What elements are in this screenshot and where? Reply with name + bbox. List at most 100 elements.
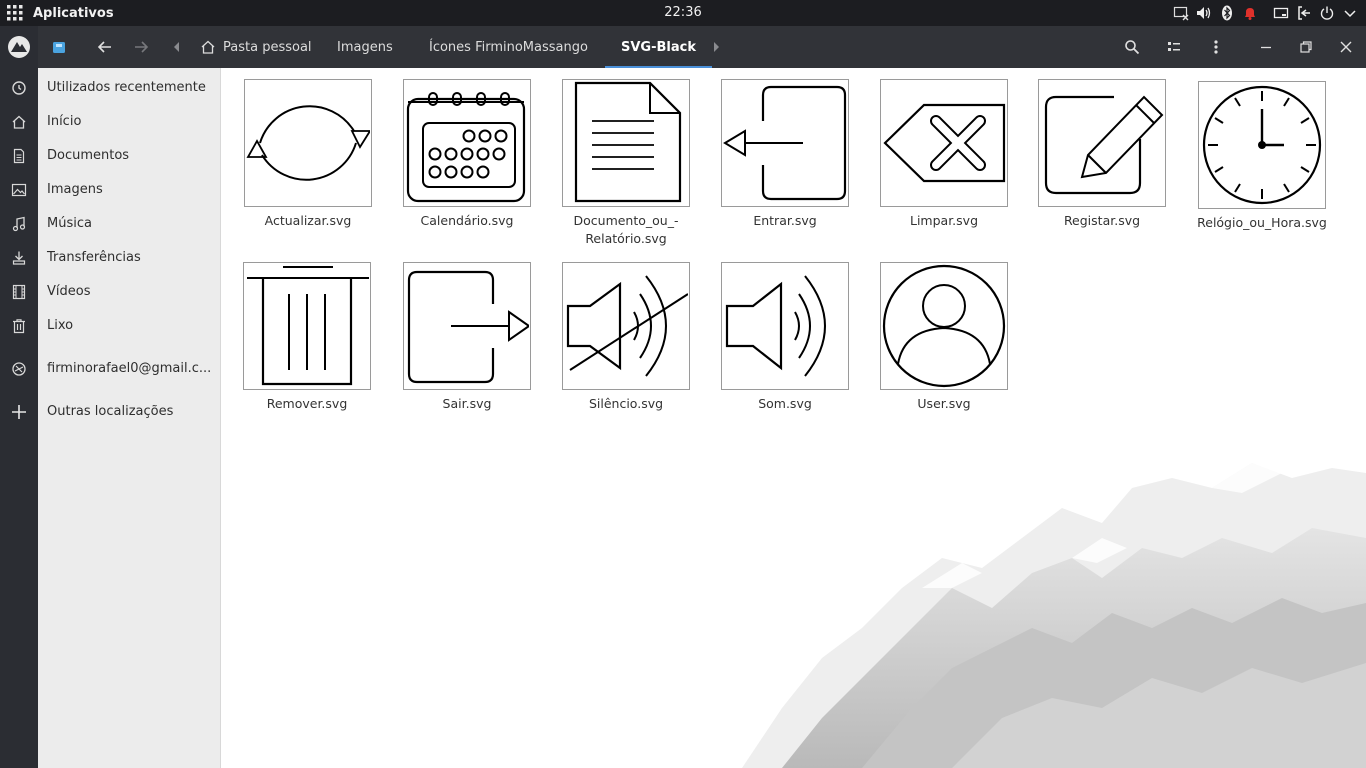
enter-icon xyxy=(723,85,847,201)
sidebar-icon-home[interactable] xyxy=(0,105,38,139)
clock[interactable]: 22:36 xyxy=(640,5,726,20)
back-button[interactable] xyxy=(94,26,116,68)
caret-left-icon xyxy=(174,42,179,52)
caret-right-icon xyxy=(714,42,719,52)
places-button[interactable] xyxy=(48,26,70,68)
file-thumbnail xyxy=(244,79,372,207)
file-name: Documento_ou_-Relatório.svg xyxy=(573,213,679,246)
close-icon xyxy=(1340,41,1352,53)
register-edit-icon xyxy=(1044,95,1164,195)
file-thumbnail xyxy=(243,262,371,390)
download-icon xyxy=(12,251,26,265)
file-manager-headerbar: Pasta pessoal Imagens Ícones FirminoMass… xyxy=(38,26,1366,68)
breadcrumb-imagens[interactable]: Imagens xyxy=(337,26,393,68)
minimize-button[interactable] xyxy=(1254,26,1278,68)
breadcrumb-home[interactable]: Pasta pessoal xyxy=(200,26,312,68)
sidebar-item-pictures[interactable]: Imagens xyxy=(47,176,103,202)
sidebar-icon-pictures[interactable] xyxy=(0,173,38,207)
sidebar-icon-network-account[interactable] xyxy=(0,352,38,386)
file-thumbnail xyxy=(1198,81,1326,209)
sidebar-item-videos[interactable]: Vídeos xyxy=(47,278,90,304)
file-item[interactable]: Relógio_ou_Hora.svg xyxy=(1187,81,1337,232)
power-icon[interactable] xyxy=(1318,5,1335,22)
arrow-left-icon xyxy=(97,41,111,53)
file-name: User.svg xyxy=(917,396,971,411)
screen-off-icon[interactable] xyxy=(1172,5,1189,22)
file-item[interactable]: Entrar.svg xyxy=(710,79,860,230)
sidebar-icon-recent[interactable] xyxy=(0,71,38,105)
sidebar-icon-downloads[interactable] xyxy=(0,241,38,275)
file-item[interactable]: Registar.svg xyxy=(1027,79,1177,230)
mute-icon xyxy=(566,275,688,377)
restore-icon xyxy=(1300,41,1312,53)
volume-icon[interactable] xyxy=(1195,5,1212,22)
breadcrumb-label: Ícones FirminoMassango xyxy=(429,39,588,55)
breadcrumb-label: Imagens xyxy=(337,39,393,55)
clear-icon xyxy=(883,103,1006,183)
file-name: Registar.svg xyxy=(1063,213,1141,228)
wall-clock-icon xyxy=(1202,85,1322,205)
sidebar-icon-music[interactable] xyxy=(0,207,38,241)
logout-icon[interactable] xyxy=(1295,5,1312,22)
file-item[interactable]: Remover.svg xyxy=(232,262,382,413)
sidebar-icon-other-locations[interactable] xyxy=(0,395,38,429)
breadcrumb-scroll-left[interactable] xyxy=(168,26,186,68)
maximize-button[interactable] xyxy=(1294,26,1318,68)
document-icon xyxy=(13,148,25,164)
breadcrumb-label: Pasta pessoal xyxy=(223,39,312,55)
exit-icon xyxy=(407,270,529,384)
list-view-icon xyxy=(1168,42,1180,51)
kebab-menu-icon xyxy=(1214,40,1218,54)
file-name: Entrar.svg xyxy=(753,213,817,228)
file-view[interactable]: Actualizar.svg Calendário.svg Documento_… xyxy=(222,68,1366,768)
search-button[interactable] xyxy=(1120,26,1144,68)
user-icon xyxy=(882,264,1006,388)
sidebar-item-home[interactable]: Início xyxy=(47,108,81,134)
file-thumbnail xyxy=(721,262,849,390)
file-item[interactable]: Documento_ou_-Relatório.svg xyxy=(551,79,701,248)
notification-bell-icon[interactable] xyxy=(1241,5,1258,22)
sidebar-item-trash[interactable]: Lixo xyxy=(47,312,73,338)
file-item[interactable]: User.svg xyxy=(869,262,1019,413)
sidebar-item-network-account[interactable]: firminorafael0@gmail.c... xyxy=(47,355,211,381)
sidebar-item-other-locations[interactable]: Outras localizações xyxy=(47,398,173,424)
breadcrumb-svg-black[interactable]: SVG-Black xyxy=(605,26,712,68)
view-mode-button[interactable] xyxy=(1162,26,1186,68)
file-name: Actualizar.svg xyxy=(264,213,352,228)
forward-button[interactable] xyxy=(130,26,152,68)
display-icon[interactable] xyxy=(1272,5,1289,22)
sidebar-icon-documents[interactable] xyxy=(0,139,38,173)
dock-launcher[interactable] xyxy=(0,30,38,64)
file-item[interactable]: Som.svg xyxy=(710,262,860,413)
breadcrumb-scroll-right[interactable] xyxy=(707,26,725,68)
sidebar-item-label: Vídeos xyxy=(47,283,91,299)
file-item[interactable]: Limpar.svg xyxy=(869,79,1019,230)
bluetooth-icon[interactable] xyxy=(1218,5,1235,22)
sidebar-icon-trash[interactable] xyxy=(0,309,38,343)
file-item[interactable]: Silêncio.svg xyxy=(551,262,701,413)
breadcrumb-label: SVG-Black xyxy=(621,39,696,55)
mountain-logo-icon xyxy=(8,36,30,58)
sidebar-item-label: Música xyxy=(47,215,92,231)
sidebar-item-recent[interactable]: Utilizados recentemente xyxy=(47,74,206,100)
sidebar-item-documents[interactable]: Documentos xyxy=(47,142,129,168)
main-menu-button[interactable] xyxy=(1204,26,1228,68)
search-icon xyxy=(1125,40,1140,55)
file-item[interactable]: Actualizar.svg xyxy=(233,79,383,230)
file-name: Relógio_ou_Hora.svg xyxy=(1197,215,1327,230)
applications-menu[interactable]: Aplicativos xyxy=(0,0,114,26)
file-thumbnail xyxy=(880,262,1008,390)
file-item[interactable]: Calendário.svg xyxy=(392,79,542,230)
remove-trash-icon xyxy=(247,266,369,386)
sidebar-icon-videos[interactable] xyxy=(0,275,38,309)
file-item[interactable]: Sair.svg xyxy=(392,262,542,413)
sidebar-item-label: Outras localizações xyxy=(47,403,174,419)
sidebar-item-downloads[interactable]: Transferências xyxy=(47,244,141,270)
close-button[interactable] xyxy=(1334,26,1358,68)
file-thumbnail xyxy=(562,79,690,207)
sidebar-item-music[interactable]: Música xyxy=(47,210,92,236)
calendar-icon xyxy=(406,92,526,203)
breadcrumb-icones-firminomassango[interactable]: Ícones FirminoMassango xyxy=(429,26,588,68)
menu-chevron-icon[interactable] xyxy=(1341,5,1358,22)
document-report-icon xyxy=(574,81,682,203)
